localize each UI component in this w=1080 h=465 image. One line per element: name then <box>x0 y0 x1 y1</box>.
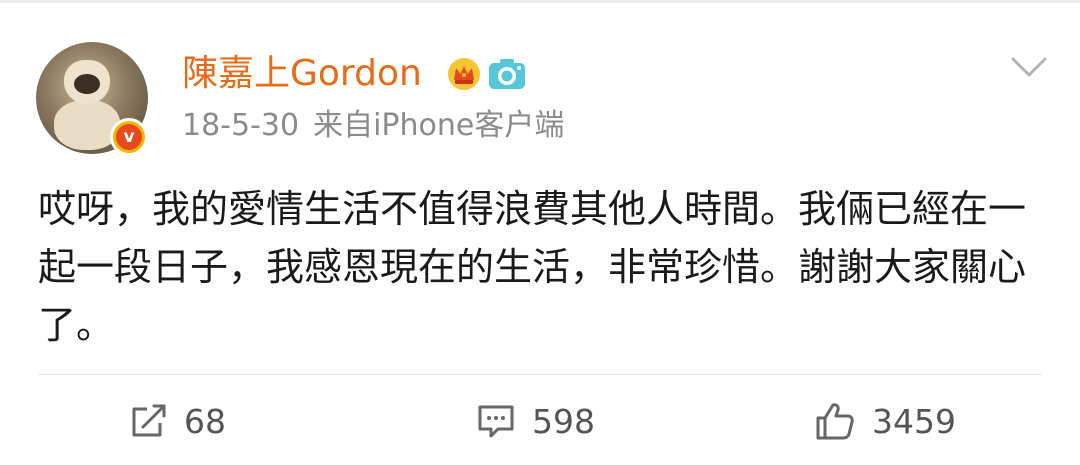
post-timestamp: 18-5-30 <box>182 108 300 143</box>
post-content: 哎呀，我的愛情生活不值得浪費其他人時間。我倆已經在一起一段日子，我感恩現在的生活… <box>38 187 1027 347</box>
crown-icon[interactable] <box>447 57 481 91</box>
like-button[interactable]: 3459 <box>814 396 956 446</box>
post-source[interactable]: 来自iPhone客户端 <box>313 108 564 143</box>
comment-button[interactable]: 598 <box>476 396 595 446</box>
verified-badge-letter: v <box>116 124 142 150</box>
comment-count: 598 <box>532 401 595 441</box>
username[interactable]: 陳嘉上Gordon <box>182 48 422 100</box>
comment-icon <box>478 405 514 438</box>
camera-icon[interactable] <box>488 57 526 91</box>
thumbs-up-icon <box>816 403 854 440</box>
like-count: 3459 <box>872 401 956 441</box>
share-icon <box>132 404 166 437</box>
verified-badge-icon: v <box>110 118 148 156</box>
share-button[interactable]: 68 <box>130 396 226 446</box>
post-meta: 18-5-30 来自iPhone客户端 <box>182 104 564 148</box>
share-count: 68 <box>184 401 226 441</box>
top-divider <box>0 0 1080 3</box>
action-divider <box>38 374 1042 375</box>
avatar-dog-face <box>74 74 100 94</box>
chevron-down-icon[interactable] <box>1010 55 1048 79</box>
